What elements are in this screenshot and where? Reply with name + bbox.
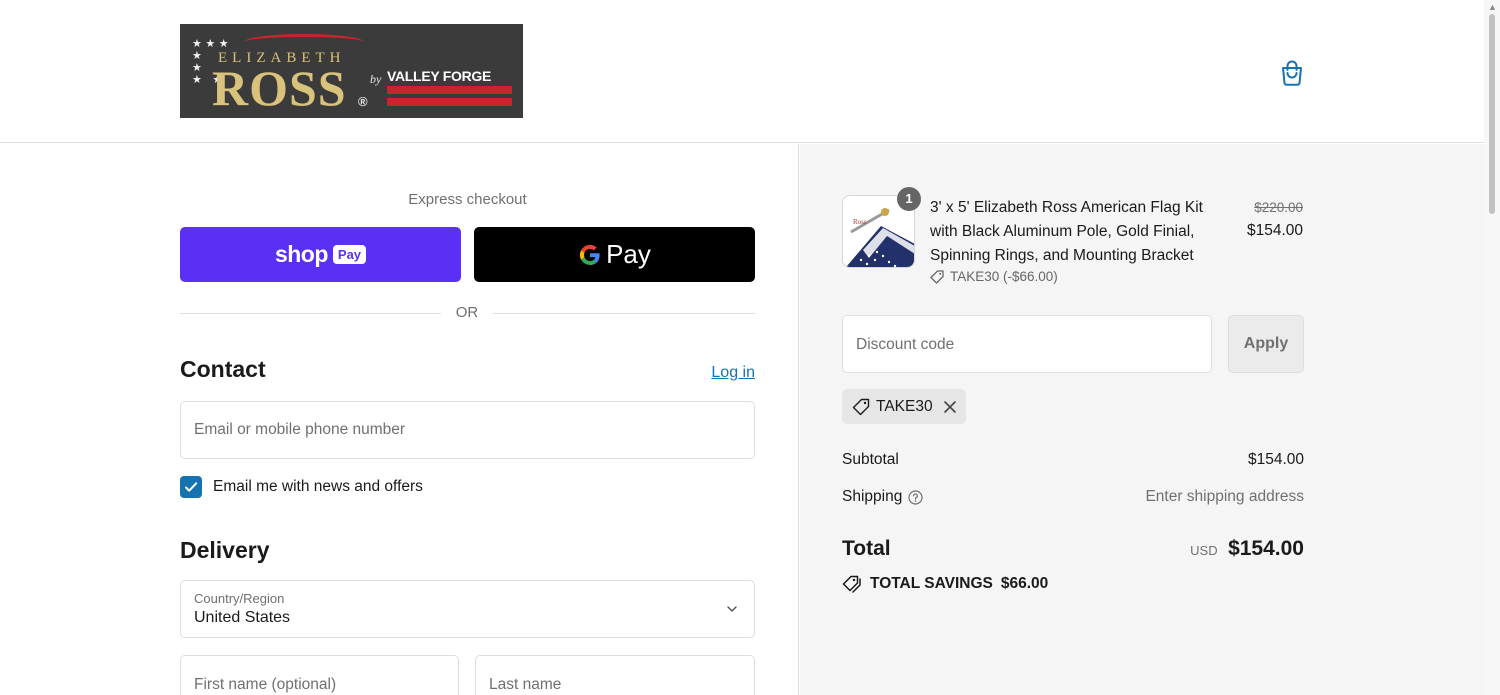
original-price: $220.00 — [1254, 200, 1303, 215]
logo-stripe — [387, 86, 512, 94]
shipping-label-text: Shipping — [842, 488, 903, 505]
divider-line — [180, 313, 441, 314]
total-value-row: USD $154.00 — [1040, 537, 1304, 561]
shop-pay-button[interactable]: shop Pay — [180, 227, 461, 282]
google-pay-button[interactable]: Pay — [474, 227, 755, 282]
logo-text-ross: ROSS — [212, 60, 347, 116]
page-header: ★ ★ ★ ★ ★ ★ ★ ELIZABETH ROSS ® by VALLEY F… — [0, 0, 1484, 143]
last-name-placeholder: Last name — [489, 676, 562, 693]
tag-icon — [852, 398, 870, 415]
applied-discount-chip: TAKE30 — [842, 389, 966, 424]
savings-label: TOTAL SAVINGS — [870, 575, 993, 592]
logo-partner: VALLEY FORGE — [387, 68, 492, 84]
tag-icon — [930, 269, 944, 284]
page-scrollbar[interactable]: ▲ — [1484, 0, 1500, 695]
subtotal-label-text: Subtotal — [842, 451, 899, 468]
checkmark-icon — [185, 482, 198, 492]
shop-pay-word: shop — [274, 241, 328, 267]
logo-registered-mark: ® — [358, 94, 368, 109]
total-savings: TOTAL SAVINGS $66.00 — [842, 575, 1048, 593]
close-icon[interactable] — [943, 400, 957, 414]
country-select[interactable]: Country/Region United States — [180, 580, 755, 638]
sale-price: $154.00 — [1246, 222, 1303, 239]
order-summary: Ross 1 3' x 5' Elizabeth Ross American F… — [800, 144, 1484, 695]
shipping-value: Enter shipping address — [1145, 488, 1304, 505]
total-value: $154.00 — [1228, 537, 1304, 560]
shipping-label: Shipping — [842, 488, 923, 506]
newsletter-checkbox[interactable] — [180, 476, 202, 498]
svg-text:Ross: Ross — [853, 218, 867, 226]
login-link[interactable]: Log in — [700, 364, 755, 382]
help-icon[interactable] — [908, 489, 923, 505]
or-divider: OR — [180, 304, 755, 324]
newsletter-label: Email me with news and offers — [213, 478, 423, 495]
subtotal-label: Subtotal — [842, 451, 899, 469]
country-label: Country/Region — [194, 591, 285, 606]
brand-logo[interactable]: ★ ★ ★ ★ ★ ★ ★ ELIZABETH ROSS ® by VALLEY F… — [180, 24, 523, 118]
country-value: United States — [194, 609, 291, 626]
last-name-field[interactable]: Last name — [475, 655, 755, 695]
cart-button[interactable] — [1279, 59, 1305, 87]
subtotal-value: $154.00 — [1247, 451, 1304, 468]
scroll-up-arrow-icon[interactable]: ▲ — [1488, 2, 1497, 12]
item-discount-text: TAKE30 (-$66.00) — [950, 269, 1058, 284]
google-pay-word: Pay — [606, 239, 651, 269]
apply-discount-button[interactable]: Apply — [1228, 315, 1304, 373]
first-name-placeholder: First name (optional) — [194, 676, 337, 693]
shop-pay-badge: Pay — [332, 245, 367, 264]
or-text: OR — [455, 304, 479, 321]
product-name: 3' x 5' Elizabeth Ross American Flag Kit… — [930, 199, 1203, 264]
google-g-icon — [580, 244, 600, 265]
logo-stripe — [387, 98, 512, 106]
logo-swoosh — [244, 34, 364, 50]
shopping-bag-icon — [1282, 60, 1302, 86]
email-field[interactable]: Email or mobile phone number — [180, 401, 755, 459]
email-placeholder: Email or mobile phone number — [194, 421, 406, 438]
discount-code-input[interactable]: Discount code — [842, 315, 1212, 373]
scrollbar-thumb[interactable] — [1489, 14, 1495, 214]
discount-code-placeholder: Discount code — [856, 336, 955, 353]
savings-value: $66.00 — [1000, 575, 1049, 592]
checkout-form: Express checkout shop Pay Pay OR Contact… — [0, 144, 799, 695]
logo-by: by — [370, 72, 382, 86]
delivery-title: Delivery — [180, 537, 270, 563]
total-currency: USD — [1190, 543, 1218, 558]
express-checkout-title: Express checkout — [408, 191, 527, 208]
savings-tag-icon — [842, 575, 861, 593]
divider-line — [493, 313, 755, 314]
item-discount: TAKE30 (-$66.00) — [930, 269, 1058, 284]
first-name-field[interactable]: First name (optional) — [180, 655, 459, 695]
quantity-badge: 1 — [897, 187, 921, 211]
chevron-down-icon — [727, 606, 737, 612]
applied-discount-code: TAKE30 — [876, 397, 933, 415]
total-label: Total — [842, 537, 891, 560]
contact-title: Contact — [180, 356, 266, 382]
